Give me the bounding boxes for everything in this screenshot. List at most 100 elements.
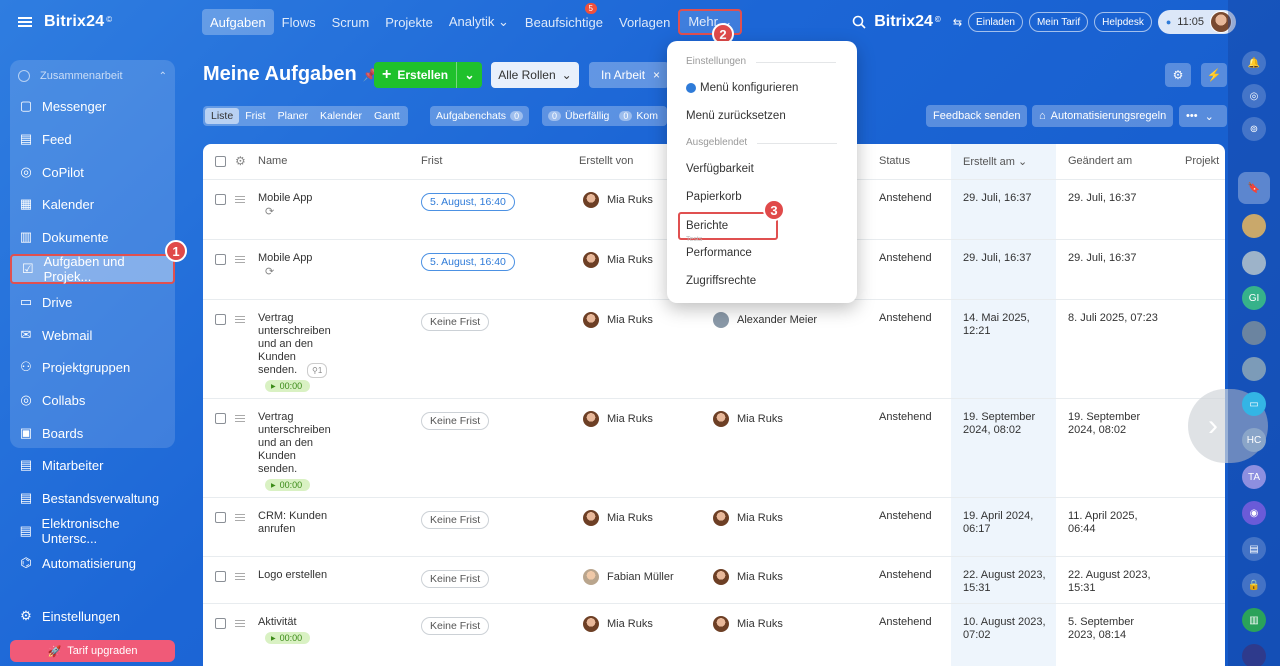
overdue-counter[interactable]: 0 Überfällig 0 Kom [542,106,667,126]
row-checkbox[interactable] [215,314,226,325]
tab-5[interactable]: Beaufsichtige 5 [517,3,611,35]
sidebar-item-inventory[interactable]: ▤ Bestandsverwaltung [10,483,175,513]
row-checkbox[interactable] [215,254,226,265]
deadline-badge[interactable]: Keine Frist [421,570,490,588]
sidebar-group-header[interactable]: Zusammenarbeit ⌃ [18,68,167,84]
drag-handle-icon[interactable] [235,316,245,323]
timer-badge[interactable]: ▶ 00:00 [265,479,311,491]
sidebar-item-drive[interactable]: ▭ Drive [10,287,175,317]
view-tab-4[interactable]: Gantt [368,108,406,124]
comment-count[interactable]: ⚲1 [307,363,328,378]
sidebar-item-documents[interactable]: ▥ Dokumente [10,222,175,252]
deadline-badge[interactable]: 5. August, 16:40 [421,193,515,211]
table-row[interactable]: Logo erstellen Keine Frist Fabian Müller Mi… [203,556,1225,603]
table-row[interactable]: Vertrag unterschreiben und an den Kunden… [203,299,1225,398]
contact-gi[interactable]: GI [1242,286,1266,310]
menu-access-rights[interactable]: Zugriffsrechte [686,275,756,287]
more-actions-button[interactable]: ••• ⌄ [1179,105,1227,127]
chevron-up-icon[interactable]: ⌃ [159,71,167,82]
header-status[interactable]: Status [879,155,910,167]
menu-reset[interactable]: Menü zurücksetzen [686,110,786,122]
deadline-badge[interactable]: Keine Frist [421,617,490,635]
responsible[interactable]: Mia Ruks [713,616,783,632]
creator[interactable]: Mia Ruks [583,312,653,328]
create-main[interactable]: + Erstellen [374,62,458,88]
lock-icon[interactable]: 🔒 [1242,573,1266,597]
filter-search[interactable]: In Arbeit × [589,62,669,88]
task-name[interactable]: Vertrag unterschreiben und an den Kunden… [258,411,338,476]
responsible[interactable]: Mia Ruks [713,411,783,427]
task-name[interactable]: Mobile App [258,192,340,205]
deadline-badge[interactable]: Keine Frist [421,412,490,430]
creator[interactable]: Mia Ruks [583,192,653,208]
invite-button[interactable]: Einladen [968,12,1023,32]
notebook-icon[interactable]: ▥ [1242,608,1266,632]
view-tab-3[interactable]: Kalender [314,108,368,124]
table-row[interactable]: CRM: Kunden anrufen Keine Frist Mia Ruks Mi… [203,497,1225,556]
row-checkbox[interactable] [215,413,226,424]
header-changed-at[interactable]: Geändert am [1068,155,1132,167]
view-tab-1[interactable]: Frist [239,108,271,124]
sidebar-item-collabs[interactable]: ◎ Collabs [10,385,175,415]
drag-handle-icon[interactable] [235,196,245,203]
sidebar-item-settings[interactable]: ⚙ Einstellungen [10,601,175,631]
select-all-checkbox[interactable] [215,156,226,167]
tab-0[interactable]: Aufgaben [202,9,274,35]
task-name[interactable]: Logo erstellen [258,569,340,582]
creator[interactable]: Fabian Müller [583,569,674,585]
header-brand[interactable]: Bitrix24 © [852,13,941,31]
drag-handle-icon[interactable] [235,514,245,521]
row-checkbox[interactable] [215,618,226,629]
task-name[interactable]: Aktivität [258,616,340,629]
task-name[interactable]: Mobile App [258,252,340,265]
copilot-icon[interactable]: ◎ [1242,84,1266,108]
sidebar-item-automation[interactable]: ⌬ Automatisierung [10,548,175,578]
menu-performance[interactable]: Performance [686,247,752,259]
table-row[interactable]: Vertrag unterschreiben und an den Kunden… [203,398,1225,497]
sidebar-item-signature[interactable]: ▤ Elektronische Untersc... [10,516,175,546]
helpdesk-button[interactable]: Helpdesk [1094,12,1152,32]
tab-6[interactable]: Vorlagen [611,9,678,35]
menu-configure[interactable]: Menü konfigurieren [686,82,798,94]
worktime-clock[interactable]: ● 11:05 [1157,10,1236,34]
header-name[interactable]: Name [258,155,287,167]
sidebar-item-feed[interactable]: ▤ Feed [10,124,175,154]
row-checkbox[interactable] [215,571,226,582]
my-plan-button[interactable]: Mein Tarif [1028,12,1089,32]
menu-icon[interactable] [18,17,32,27]
responsible[interactable]: Mia Ruks [713,510,783,526]
sidebar-item-messenger[interactable]: ▢ Messenger [10,91,175,121]
responsible[interactable]: Alexander Meier [713,312,817,328]
menu-trash[interactable]: Papierkorb [686,191,742,203]
filter-sliders-icon[interactable]: ⇆ [953,16,962,29]
timer-badge[interactable]: ▶ 00:00 [265,632,311,644]
contact-avatar-5[interactable] [1242,644,1266,666]
deadline-badge[interactable]: Keine Frist [421,511,490,529]
channel-icon[interactable]: ◉ [1242,501,1266,525]
chat-icon[interactable]: ▭ [1242,392,1266,416]
roles-dropdown[interactable]: Alle Rollen ⌄ [491,62,579,88]
sidebar-item-calendar[interactable]: ▦ Kalender [10,189,175,219]
create-dropdown-chevron-icon[interactable]: ⌄ [457,68,482,82]
search-icon[interactable] [852,15,866,29]
feedback-button[interactable]: Feedback senden [926,105,1028,127]
responsible[interactable]: Mia Ruks [713,569,783,585]
brand-logo[interactable]: Bitrix24 © [18,12,112,32]
automation-rules-button[interactable]: ⌂ Automatisierungsregeln [1032,105,1174,127]
upgrade-button[interactable]: 🚀 Tarif upgraden [10,640,175,662]
row-checkbox[interactable] [215,194,226,205]
creator[interactable]: Mia Ruks [583,616,653,632]
id-card-icon[interactable]: ▤ [1242,537,1266,561]
header-created-at[interactable]: Erstellt am ⌄ [963,155,1027,168]
header-deadline[interactable]: Frist [421,155,442,167]
deadline-badge[interactable]: Keine Frist [421,313,490,331]
bookmark-icon[interactable]: 🔖 [1238,172,1270,204]
sidebar-item-groups[interactable]: ⚇ Projektgruppen [10,352,175,382]
contact-avatar-4[interactable] [1242,357,1266,381]
sidebar-item-boards[interactable]: ▣ Boards [10,418,175,448]
drag-handle-icon[interactable] [235,256,245,263]
header-project[interactable]: Projekt [1185,155,1219,167]
column-settings-gear-icon[interactable]: ⚙ [235,154,246,168]
contact-avatar-1[interactable] [1242,214,1266,238]
task-name[interactable]: CRM: Kunden anrufen [258,510,340,536]
